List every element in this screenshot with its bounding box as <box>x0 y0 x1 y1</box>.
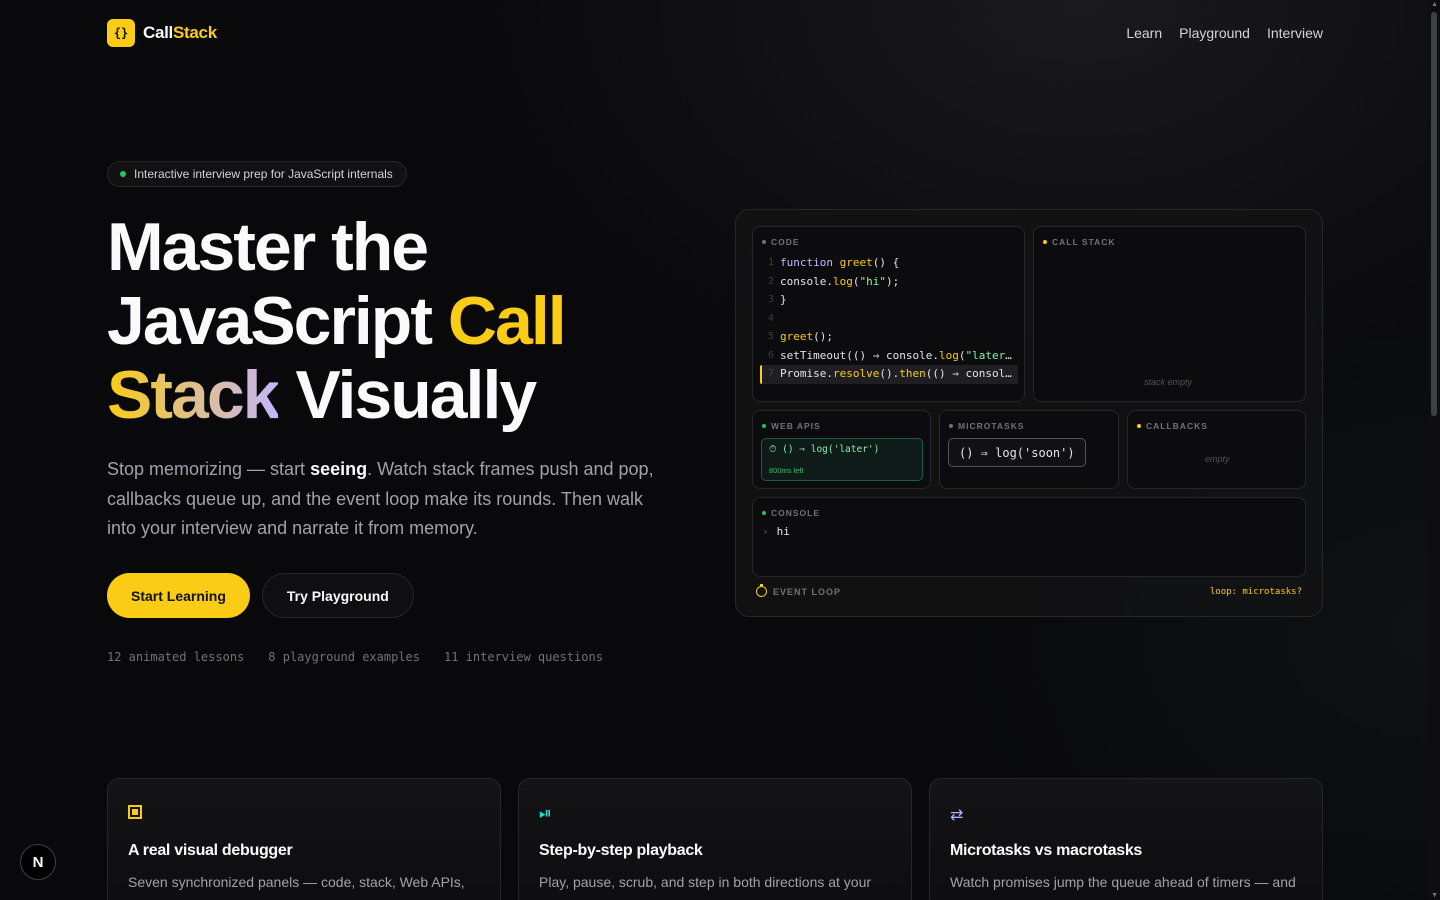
hero-subtitle: Stop memorizing — start seeing. Watch st… <box>107 459 654 538</box>
code-line: 4 <box>760 310 1018 329</box>
line-number: 2 <box>768 275 775 287</box>
line-number: 7 <box>768 368 775 379</box>
swap-icon: ⇄ <box>950 807 964 824</box>
stats-row: 12 animated lessons 8 playground example… <box>107 650 603 664</box>
microtasks-panel: MICROTASKS () ⇒ log('soon') <box>939 410 1119 489</box>
line-source: } <box>780 293 787 306</box>
code-line: 5 greet(); <box>760 328 1018 347</box>
start-learning-button[interactable]: Start Learning <box>107 573 250 618</box>
playback-icon: ⏯ <box>539 805 552 822</box>
feature-card-microtasks[interactable]: ⇄ Microtasks vs macrotasks Watch promise… <box>929 778 1323 900</box>
hero-badge: Interactive interview prep for JavaScrip… <box>107 161 407 187</box>
code-line: 3} <box>760 291 1018 310</box>
debugger-icon <box>128 805 142 819</box>
page-scrollbar[interactable]: ▲ ▼ <box>1428 0 1440 900</box>
stat-questions: 11 interview questions <box>444 650 603 664</box>
line-number: 5 <box>768 331 775 342</box>
code-line: 6 setTimeout(() ⇒ console.log("later"), 1… <box>760 347 1018 366</box>
code-line: 7 Promise.resolve().then(() ⇒ console.log… <box>760 365 1018 384</box>
brand-name: CallStack <box>143 23 217 42</box>
cta-row: Start Learning Try Playground <box>107 573 414 618</box>
callbacks-panel: CALLBACKS empty <box>1127 410 1306 489</box>
panel-dot-icon <box>1137 424 1141 428</box>
callbacks-empty-text: empty <box>1205 454 1230 464</box>
feature-card-debugger[interactable]: A real visual debugger Seven synchronize… <box>107 778 501 900</box>
line-number: 1 <box>768 257 775 268</box>
scroll-up-icon[interactable]: ▲ <box>1431 1 1438 8</box>
line-source: Promise.resolve().then(() ⇒ console.log(… <box>780 367 1018 380</box>
line-number: 3 <box>768 294 775 305</box>
top-nav: {} CallStack Learn Playground Interview <box>107 18 1323 48</box>
callstack-visualizer: CODE 1 function greet() {2 console.log("hi… <box>735 209 1323 617</box>
web-api-timer[interactable]: ⏱ () ⇒ log('later') 800ms left <box>761 438 923 481</box>
code-line: 2 console.log("hi"); <box>760 273 1018 292</box>
web-apis-panel: WEB APIS ⏱ () ⇒ log('later') 800ms left <box>752 410 931 489</box>
panel-dot-icon <box>762 424 766 428</box>
line-source: function greet() { <box>780 256 900 269</box>
hero-title: Master the JavaScript Call Stack Visuall… <box>107 209 567 433</box>
braces-icon: {} <box>107 19 135 47</box>
code-panel: CODE 1 function greet() {2 console.log("hi… <box>752 226 1025 402</box>
stack-empty-text: stack empty <box>1144 377 1193 387</box>
call-stack-panel: CALL STACK stack empty <box>1033 226 1306 402</box>
nav-playground[interactable]: Playground <box>1179 25 1250 41</box>
console-panel: CONSOLE › hi <box>752 497 1306 577</box>
stat-lessons: 12 animated lessons <box>107 650 245 664</box>
brand-logo[interactable]: {} CallStack <box>107 19 217 47</box>
line-source: console.log("hi"); <box>780 274 900 288</box>
line-number: 4 <box>768 312 775 324</box>
panel-dot-icon <box>762 511 766 515</box>
stat-examples: 8 playground examples <box>268 650 420 664</box>
line-source: greet(); <box>780 330 833 343</box>
line-source: setTimeout(() ⇒ console.log("later"), 10… <box>780 348 1018 362</box>
nextjs-dev-badge[interactable]: N <box>20 844 56 880</box>
microtask-item[interactable]: () ⇒ log('soon') <box>948 438 1086 467</box>
panel-dot-icon <box>762 240 766 244</box>
scroll-down-icon[interactable]: ▼ <box>1431 892 1438 899</box>
panel-dot-icon <box>1043 240 1047 244</box>
event-loop-icon <box>756 584 767 597</box>
code-lines: 1 function greet() { 2 console.log("hi"); 3}… <box>760 254 1018 384</box>
nav-learn[interactable]: Learn <box>1126 25 1162 41</box>
nav-interview[interactable]: Interview <box>1267 25 1323 41</box>
try-playground-button[interactable]: Try Playground <box>261 573 414 618</box>
event-loop-indicator: EVENT LOOP <box>756 584 841 597</box>
badge-text: Interactive interview prep for JavaScrip… <box>134 167 393 181</box>
status-dot-icon <box>120 171 126 177</box>
line-number: 6 <box>768 349 775 361</box>
scroll-thumb[interactable] <box>1431 12 1437 416</box>
feature-card-playback[interactable]: ⏯ Step-by-step playback Play, pause, scr… <box>518 778 912 900</box>
console-output: › hi <box>762 525 790 538</box>
loop-status: loop: microtasks? <box>1209 587 1302 597</box>
code-line: 1 function greet() { <box>760 254 1018 273</box>
nav-links: Learn Playground Interview <box>1126 25 1323 41</box>
panel-dot-icon <box>949 424 953 428</box>
